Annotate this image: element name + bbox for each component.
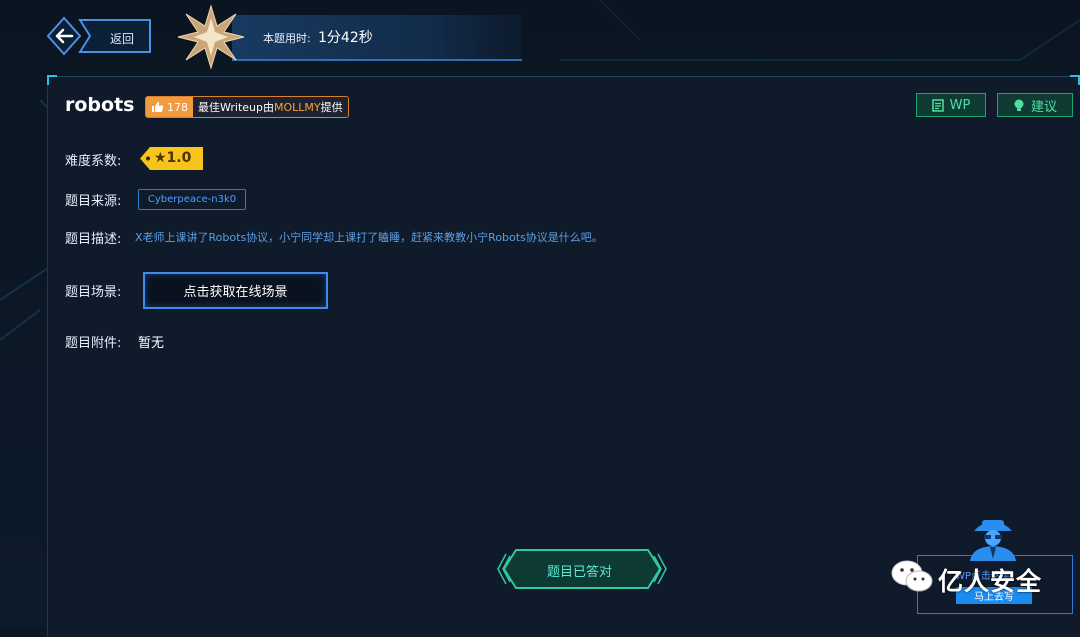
wp-button-label: WP (949, 97, 971, 113)
suggestion-button-label: 建议 (1030, 99, 1057, 115)
description-text: X老师上课讲了Robots协议，小宁同学却上课打了瞌睡，赶紧来教教小宁Robot… (135, 231, 603, 244)
best-writeup-suffix: 提供 (320, 101, 343, 114)
document-icon (931, 98, 944, 112)
like-count-value: 178 (167, 100, 188, 114)
suggestion-button[interactable]: 建议 (997, 93, 1073, 117)
like-count[interactable]: 178 (146, 97, 193, 117)
get-scene-button[interactable]: 点击获取在线场景 (143, 272, 328, 309)
wechat-icon (891, 560, 933, 592)
challenge-title: robots (65, 94, 135, 116)
answered-label: 题目已答对 (547, 565, 613, 580)
lightbulb-icon (1014, 99, 1024, 111)
watermark-text: 亿人安全 (938, 567, 1043, 596)
wp-button[interactable]: WP (916, 93, 986, 117)
back-button-label[interactable]: 返回 (110, 30, 134, 47)
best-writeup-user[interactable]: MOLLMY (274, 101, 321, 114)
attachment-value: 暂无 (138, 336, 165, 351)
description-label: 题目描述: (65, 232, 122, 247)
spy-hat-icon (970, 520, 1016, 561)
like-badge[interactable]: 178 最佳Writeup由 MOLLMY 提供 (145, 96, 349, 118)
panel-corner-decoration (1070, 75, 1080, 85)
difficulty-label: 难度系数: (65, 154, 122, 169)
back-button[interactable] (46, 14, 152, 58)
time-label: 本题用时: (263, 32, 311, 45)
best-writeup-prefix: 最佳Writeup由 (198, 101, 274, 114)
panel-corner-decoration (47, 75, 57, 85)
source-label: 题目来源: (65, 194, 122, 209)
best-writeup-info: 最佳Writeup由 MOLLMY 提供 (193, 97, 348, 117)
difficulty-value: ★1.0 (154, 150, 192, 166)
time-value: 1分42秒 (318, 30, 373, 46)
scene-label: 题目场景: (65, 285, 122, 300)
source-tag[interactable]: Cyberpeace-n3k0 (138, 189, 246, 210)
thumbs-up-icon (152, 102, 164, 112)
star-medal-icon (177, 4, 245, 70)
attachment-label: 题目附件: (65, 336, 122, 351)
